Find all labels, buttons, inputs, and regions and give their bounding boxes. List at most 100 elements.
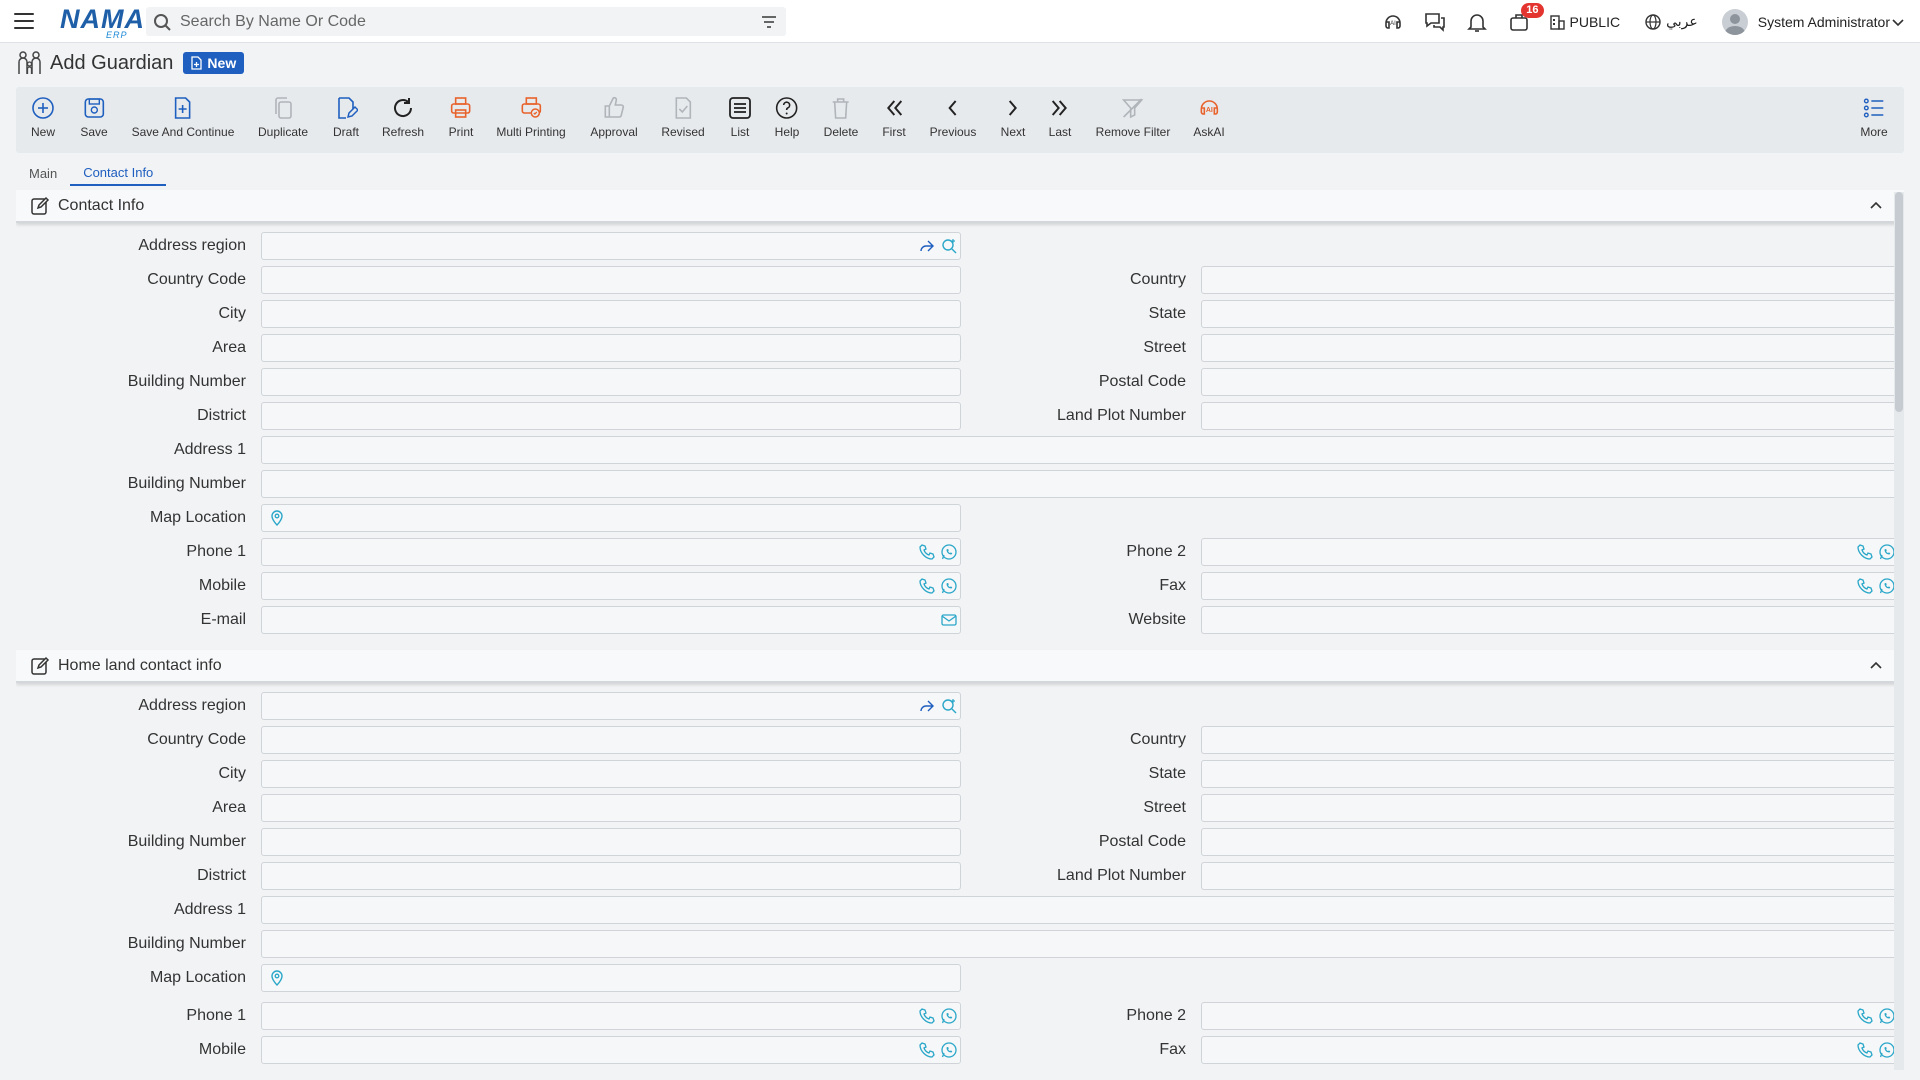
new-button[interactable]: New: [31, 95, 55, 139]
homeland-phone2-input[interactable]: [1201, 1002, 1899, 1030]
phone-call-icon[interactable]: [1856, 577, 1874, 595]
refresh-icon: [394, 98, 413, 117]
homeland-building-number2-input[interactable]: [261, 930, 1899, 958]
chat-icon[interactable]: [1422, 9, 1448, 35]
fax-input[interactable]: [1201, 572, 1899, 600]
map-pin-icon[interactable]: [268, 509, 286, 527]
phone1-input[interactable]: [261, 538, 961, 566]
last-button[interactable]: Last: [1049, 95, 1071, 139]
country-code-input[interactable]: [261, 266, 961, 294]
list-button[interactable]: List: [728, 95, 752, 139]
homeland-area-input[interactable]: [261, 794, 961, 822]
homeland-building-number-input[interactable]: [261, 828, 961, 856]
website-input[interactable]: [1201, 606, 1899, 634]
land-plot-number-input[interactable]: [1201, 402, 1899, 430]
content-scrollbar[interactable]: [1894, 192, 1904, 1070]
homeland-address1-input[interactable]: [261, 896, 1899, 924]
country-label: Country: [1129, 271, 1186, 288]
multi-printing-button[interactable]: Multi Printing: [496, 95, 566, 139]
homeland-state-input[interactable]: [1201, 760, 1899, 788]
phone-call-icon[interactable]: [1856, 543, 1874, 561]
askai-button[interactable]: AI AskAI: [1193, 95, 1225, 139]
duplicate-button[interactable]: Duplicate: [258, 95, 308, 139]
phone-call-icon[interactable]: [1856, 1007, 1874, 1025]
search-plus-icon[interactable]: [940, 697, 958, 715]
save-and-continue-button[interactable]: Save And Continue: [132, 95, 234, 139]
first-button[interactable]: First: [882, 95, 906, 139]
phone2-input[interactable]: [1201, 538, 1899, 566]
street-input[interactable]: [1201, 334, 1899, 362]
address1-input[interactable]: [261, 436, 1899, 464]
email-input[interactable]: [261, 606, 961, 634]
homeland-district-input[interactable]: [261, 862, 961, 890]
phone-call-icon[interactable]: [918, 543, 936, 561]
address-region-input[interactable]: [261, 232, 961, 260]
tab-contact-info[interactable]: Contact Info: [70, 160, 167, 186]
branch-selector[interactable]: PUBLIC: [1548, 13, 1620, 31]
homeland-land-plot-number-input[interactable]: [1201, 862, 1899, 890]
draft-button[interactable]: Draft: [333, 95, 359, 139]
save-button[interactable]: Save: [80, 95, 108, 139]
share-arrow-icon[interactable]: [918, 237, 936, 255]
edit-icon: [31, 196, 50, 215]
language-selector[interactable]: عربي: [1644, 13, 1698, 31]
building-number2-input[interactable]: [261, 470, 1899, 498]
map-location-input[interactable]: [261, 504, 961, 532]
approval-button[interactable]: Approval: [590, 95, 638, 139]
chevron-up-icon[interactable]: [1868, 658, 1884, 674]
menu-icon[interactable]: [14, 13, 34, 29]
district-input[interactable]: [261, 402, 961, 430]
scrollbar-thumb[interactable]: [1895, 192, 1903, 412]
country-code-label: Country Code: [147, 731, 246, 748]
homeland-country-code-input[interactable]: [261, 726, 961, 754]
copy-icon: [275, 97, 292, 119]
homeland-country-input[interactable]: [1201, 726, 1899, 754]
phone-call-icon[interactable]: [918, 1007, 936, 1025]
homeland-postal-code-input[interactable]: [1201, 828, 1899, 856]
homeland-phone1-input[interactable]: [261, 1002, 961, 1030]
remove-filter-button[interactable]: Remove Filter: [1096, 95, 1170, 139]
postal-code-input[interactable]: [1201, 368, 1899, 396]
print-button[interactable]: Print: [449, 95, 473, 139]
area-input[interactable]: [261, 334, 961, 362]
homeland-map-location-input[interactable]: [261, 964, 961, 992]
phone-call-icon[interactable]: [918, 1041, 936, 1059]
share-arrow-icon[interactable]: [918, 697, 936, 715]
homeland-mobile-input[interactable]: [261, 1036, 961, 1064]
revised-button[interactable]: Revised: [661, 95, 705, 139]
askai-top-icon[interactable]: AI: [1380, 9, 1406, 35]
next-button[interactable]: Next: [1001, 95, 1025, 139]
homeland-street-input[interactable]: [1201, 794, 1899, 822]
phone-call-icon[interactable]: [918, 577, 936, 595]
country-input[interactable]: [1201, 266, 1899, 294]
area-label: Area: [212, 339, 246, 356]
homeland-contact-header[interactable]: Home land contact info: [16, 650, 1904, 683]
map-pin-icon[interactable]: [268, 969, 286, 987]
family-icon: [18, 51, 41, 74]
contact-info-header[interactable]: Contact Info: [16, 190, 1904, 223]
bell-icon[interactable]: [1464, 9, 1490, 35]
homeland-fax-input[interactable]: [1201, 1036, 1899, 1064]
mobile-input[interactable]: [261, 572, 961, 600]
tab-main[interactable]: Main: [16, 160, 70, 186]
state-input[interactable]: [1201, 300, 1899, 328]
phone1-label: Phone 1: [186, 543, 246, 560]
previous-button[interactable]: Previous: [930, 95, 976, 139]
more-button[interactable]: More: [1860, 95, 1888, 139]
phone-call-icon[interactable]: [1856, 1041, 1874, 1059]
delete-button[interactable]: Delete: [824, 95, 858, 139]
help-button[interactable]: Help: [775, 95, 799, 139]
refresh-button[interactable]: Refresh: [382, 95, 424, 139]
search-plus-icon[interactable]: [940, 237, 958, 255]
svg-text:AI: AI: [1206, 107, 1213, 114]
app-logo[interactable]: NAMA ERP: [60, 4, 144, 40]
filter-icon[interactable]: [754, 12, 786, 32]
chevron-up-icon[interactable]: [1868, 198, 1884, 214]
homeland-address-region-input[interactable]: [261, 692, 961, 720]
search-input[interactable]: [180, 12, 754, 31]
tasks-icon[interactable]: 16: [1506, 2, 1544, 35]
homeland-city-input[interactable]: [261, 760, 961, 788]
user-menu[interactable]: System Administrator: [1721, 8, 1906, 35]
city-input[interactable]: [261, 300, 961, 328]
building-number-input[interactable]: [261, 368, 961, 396]
